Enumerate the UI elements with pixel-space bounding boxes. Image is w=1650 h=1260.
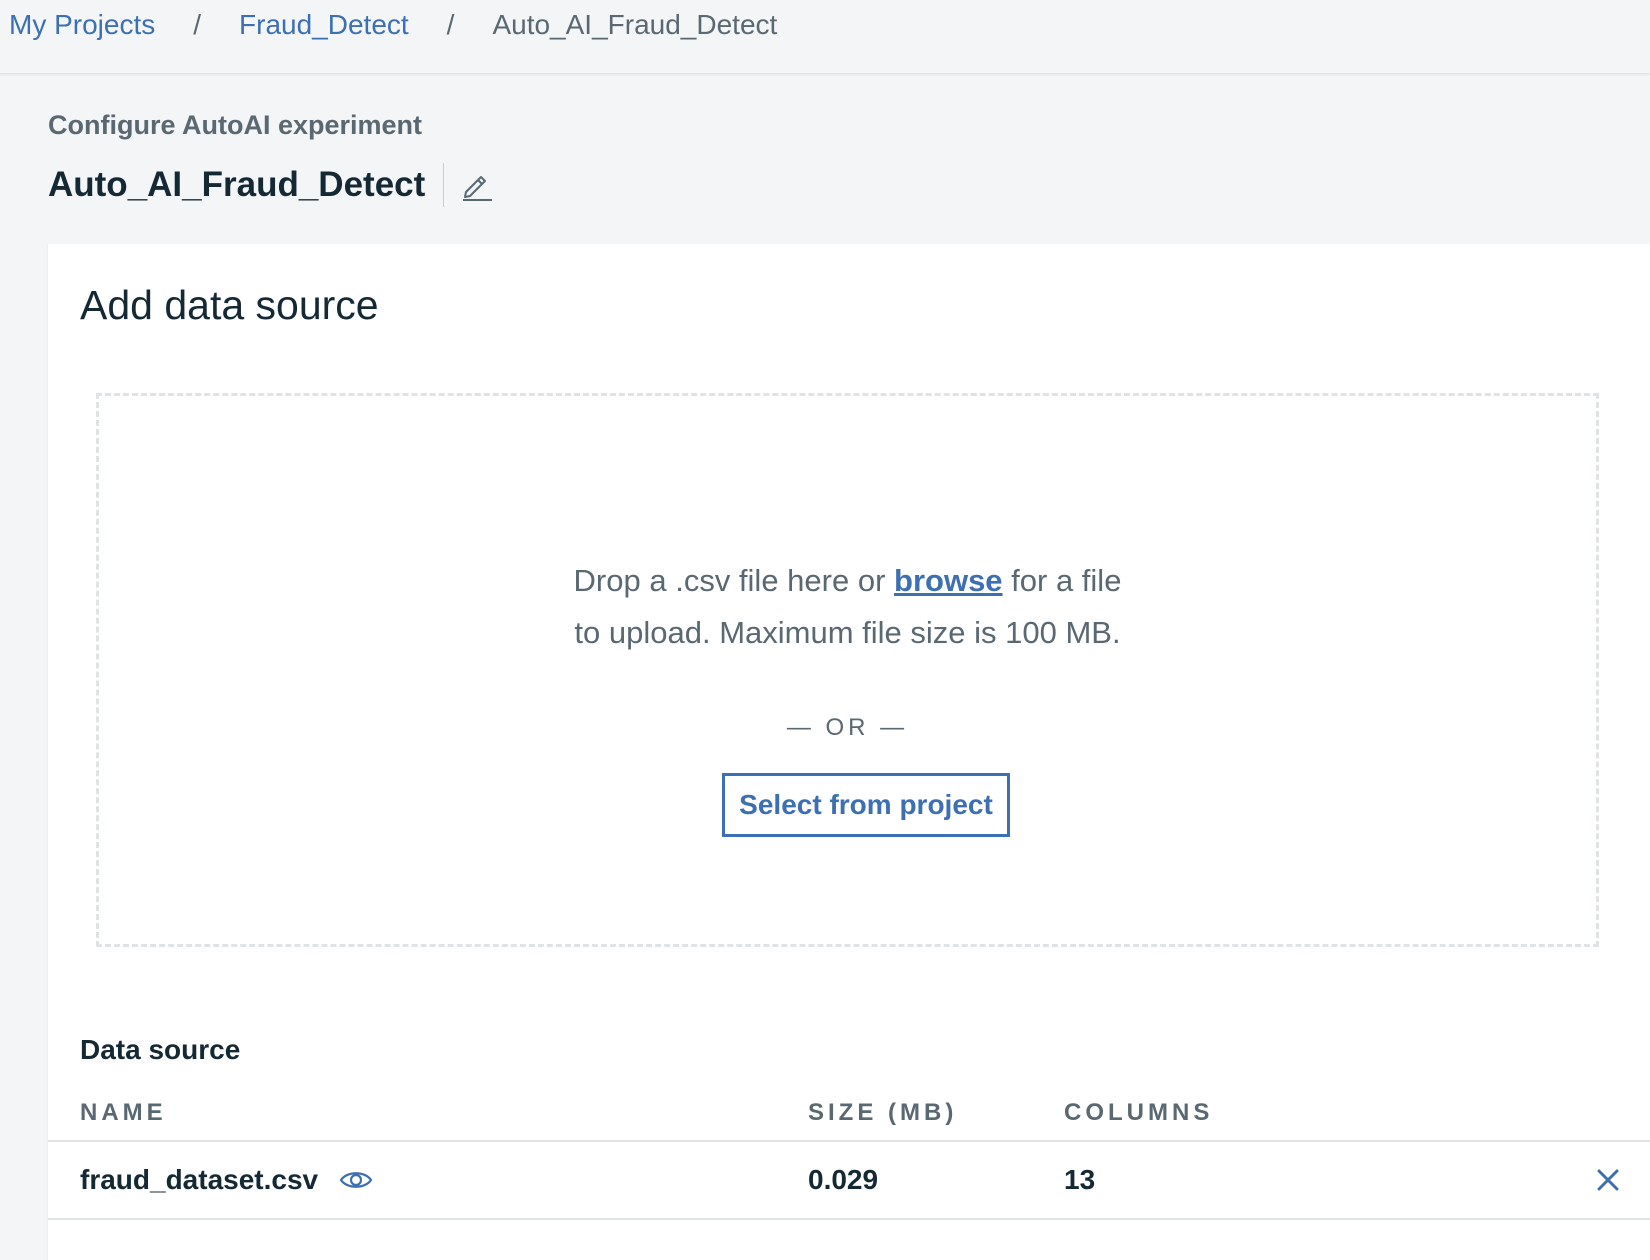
drop-text-after: for a file — [1002, 563, 1122, 598]
page-subtitle: Configure AutoAI experiment — [48, 110, 423, 140]
file-name: fraud_dataset.csv — [80, 1164, 319, 1195]
drop-instructions-line2: to upload. Maximum file size is 100 MB. — [574, 615, 1121, 650]
breadcrumb-fraud-detect[interactable]: Fraud_Detect — [239, 7, 409, 43]
edit-title-button[interactable] — [456, 164, 498, 206]
file-columns-cell: 13 — [1064, 1164, 1096, 1195]
column-header-size: SIZE (MB) — [808, 1099, 958, 1126]
or-divider: — OR — — [786, 714, 909, 741]
breadcrumb: My Projects / Fraud_Detect / Auto_AI_Fra… — [9, 7, 777, 43]
title-divider — [443, 163, 445, 207]
file-name-cell: fraud_dataset.csv — [80, 1142, 374, 1218]
add-data-source-card: Add data source Drop a .csv file here or… — [48, 244, 1650, 1260]
table-row: fraud_dataset.csv 0.029 13 — [48, 1142, 1650, 1218]
drop-instructions: Drop a .csv file here or browse for a fi… — [99, 555, 1596, 659]
title-row: Auto_AI_Fraud_Detect — [48, 158, 498, 212]
select-from-project-button[interactable]: Select from project — [722, 773, 1010, 837]
eye-icon — [339, 1172, 373, 1188]
file-size-cell: 0.029 — [808, 1164, 879, 1195]
browse-link[interactable]: browse — [894, 563, 1003, 598]
breadcrumb-separator: / — [193, 9, 202, 40]
close-icon — [1597, 1169, 1619, 1191]
file-drop-zone[interactable]: Drop a .csv file here or browse for a fi… — [96, 393, 1599, 947]
column-header-name: NAME — [80, 1099, 167, 1126]
data-source-heading: Data source — [80, 1034, 241, 1065]
breadcrumb-my-projects[interactable]: My Projects — [9, 7, 155, 43]
breadcrumb-separator: / — [446, 9, 455, 40]
drop-instructions-line1: Drop a .csv file here or browse for a fi… — [99, 555, 1596, 607]
card-title: Add data source — [80, 282, 379, 328]
pencil-icon — [463, 176, 493, 201]
breadcrumb-current: Auto_AI_Fraud_Detect — [492, 9, 778, 40]
remove-file-button[interactable] — [1589, 1161, 1627, 1199]
page-title: Auto_AI_Fraud_Detect — [48, 165, 426, 204]
top-bar: My Projects / Fraud_Detect / Auto_AI_Fra… — [0, 0, 1650, 74]
preview-button[interactable] — [338, 1162, 374, 1198]
drop-text-before: Drop a .csv file here or — [573, 563, 895, 598]
table-divider — [48, 1218, 1650, 1220]
column-header-columns: COLUMNS — [1064, 1099, 1214, 1126]
